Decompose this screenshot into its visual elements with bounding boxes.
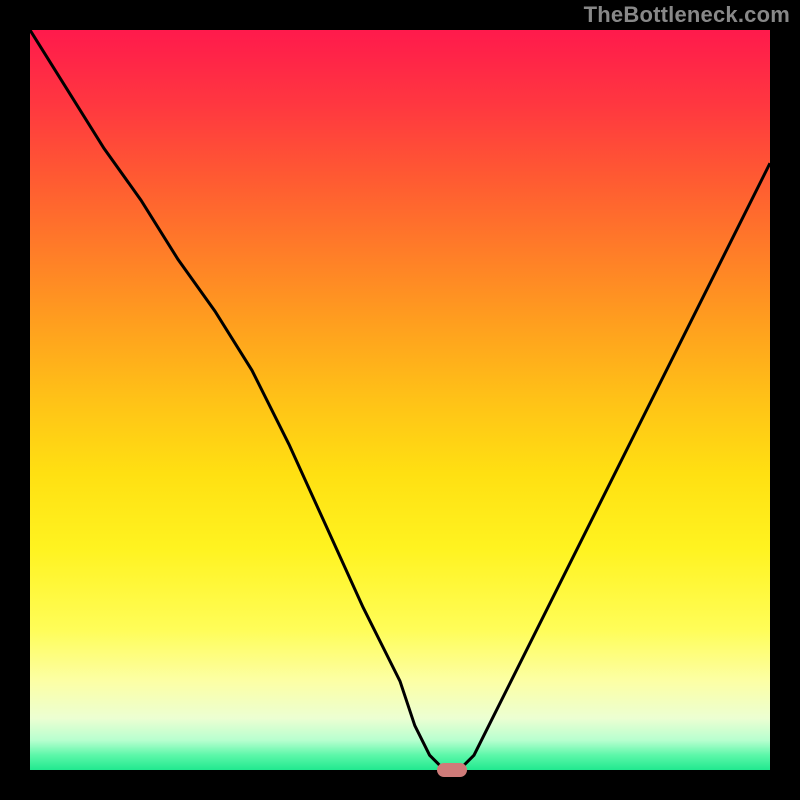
watermark-text: TheBottleneck.com [584, 2, 790, 28]
chart-frame: TheBottleneck.com [0, 0, 800, 800]
optimal-marker [437, 763, 467, 777]
plot-area [30, 30, 770, 770]
chart-svg [30, 30, 770, 770]
gradient-rect [30, 30, 770, 770]
